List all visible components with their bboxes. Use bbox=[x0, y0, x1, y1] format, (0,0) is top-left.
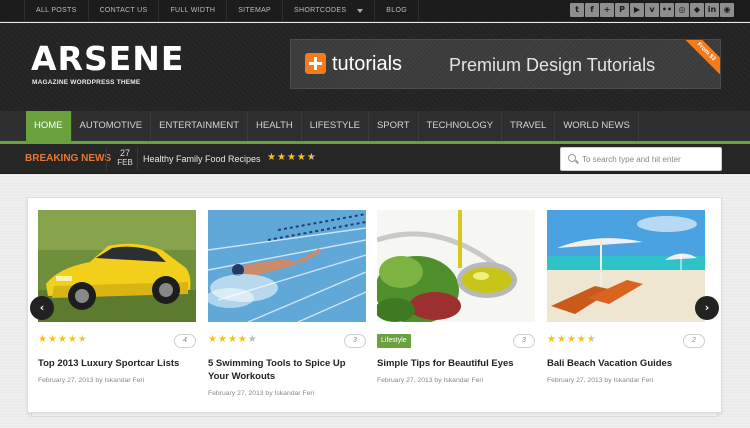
comment-count[interactable]: 3 bbox=[513, 334, 535, 348]
top-nav-blog[interactable]: BLOG bbox=[375, 0, 419, 22]
nav-travel[interactable]: TRAVEL bbox=[502, 111, 556, 141]
nav-entertainment[interactable]: ENTERTAINMENT bbox=[151, 111, 249, 141]
post-title[interactable]: Simple Tips for Beautiful Eyes bbox=[377, 357, 535, 370]
nav-technology[interactable]: TECHNOLOGY bbox=[419, 111, 503, 141]
facebook-icon[interactable]: f bbox=[585, 3, 599, 17]
star-icon: ★ bbox=[47, 334, 57, 345]
slider-next-button[interactable]: › bbox=[695, 296, 719, 320]
linkedin-icon[interactable]: in bbox=[705, 3, 719, 17]
site-logo[interactable]: ARSENE bbox=[31, 41, 184, 77]
delicious-icon[interactable]: ◆ bbox=[690, 3, 704, 17]
post-rating: ★ ★ ★ ★ ★ bbox=[208, 334, 257, 346]
banner-subtitle: Premium Design Tutorials bbox=[449, 55, 656, 75]
breaking-news-bar: BREAKING NEWS 27 FEB Healthy Family Food… bbox=[0, 144, 750, 174]
nav-automotive[interactable]: AUTOMOTIVE bbox=[72, 111, 152, 141]
category-badge[interactable]: Lifestyle bbox=[377, 334, 411, 348]
site-header: ARSENE MAGAZINE WORDPRESS THEME tutorial… bbox=[0, 23, 750, 111]
top-nav: ALL POSTS CONTACT US FULL WIDTH SITEMAP … bbox=[24, 0, 419, 22]
post-title[interactable]: Bali Beach Vacation Guides bbox=[547, 357, 705, 370]
vimeo-icon[interactable]: v bbox=[645, 3, 659, 17]
post-image-sportcar[interactable] bbox=[38, 210, 196, 322]
star-icon: ★ bbox=[566, 334, 576, 345]
post-title[interactable]: Top 2013 Luxury Sportcar Lists bbox=[38, 357, 196, 370]
post-image-eyes[interactable] bbox=[377, 210, 535, 322]
google-plus-icon[interactable]: + bbox=[600, 3, 614, 17]
youtube-icon[interactable]: ▶ bbox=[630, 3, 644, 17]
post-rating: ★ ★ ★ ★ ★ bbox=[38, 334, 87, 346]
search-input[interactable] bbox=[582, 152, 718, 166]
chevron-right-icon: › bbox=[704, 301, 710, 314]
breaking-date-day: 27 bbox=[119, 148, 130, 158]
post-card-eyes: Lifestyle 3 Simple Tips for Beautiful Ey… bbox=[377, 210, 535, 400]
search-box bbox=[560, 147, 722, 171]
ad-banner[interactable]: tutorials Premium Design Tutorials From … bbox=[290, 39, 721, 89]
banner-brand: tutorials bbox=[332, 53, 403, 75]
main-nav: HOME AUTOMOTIVE ENTERTAINMENT HEALTH LIF… bbox=[0, 111, 750, 141]
nav-health[interactable]: HEALTH bbox=[248, 111, 302, 141]
star-icon: ★ bbox=[67, 334, 77, 345]
nav-home[interactable]: HOME bbox=[26, 111, 72, 141]
star-half-icon: ★ bbox=[586, 334, 596, 345]
star-icon: ★ bbox=[227, 334, 237, 345]
banner-ribbon: From $3 bbox=[681, 40, 720, 77]
star-icon: ★ bbox=[576, 334, 586, 345]
dribbble-icon[interactable]: ◎ bbox=[675, 3, 689, 17]
post-image-swimming[interactable] bbox=[208, 210, 366, 322]
comment-count[interactable]: 3 bbox=[344, 334, 366, 348]
star-icon: ★ bbox=[286, 152, 296, 163]
star-half-icon: ★ bbox=[306, 152, 316, 163]
post-card-beach: ★ ★ ★ ★ ★ 2 Bali Beach Vacation Guides F… bbox=[547, 210, 705, 400]
post-card-sportcar: ★ ★ ★ ★ ★ 4 Top 2013 Luxury Sportcar Lis… bbox=[38, 210, 196, 400]
slider-prev-button[interactable]: ‹ bbox=[30, 296, 54, 320]
star-icon: ★ bbox=[276, 152, 286, 163]
post-rating: ★ ★ ★ ★ ★ bbox=[547, 334, 596, 346]
post-meta: February 27, 2013 by Iskandar Feri bbox=[38, 377, 145, 384]
post-title[interactable]: 5 Swimming Tools to Spice Up Your Workou… bbox=[208, 357, 366, 383]
divider bbox=[106, 148, 107, 170]
flickr-icon[interactable]: •• bbox=[660, 3, 674, 17]
nav-lifestyle[interactable]: LIFESTYLE bbox=[302, 111, 369, 141]
star-icon: ★ bbox=[217, 334, 227, 345]
rss-icon[interactable]: ◉ bbox=[720, 3, 734, 17]
star-icon: ★ bbox=[38, 334, 47, 345]
star-icon: ★ bbox=[237, 334, 247, 345]
star-icon: ★ bbox=[547, 334, 556, 345]
breaking-news-title[interactable]: Healthy Family Food Recipes bbox=[143, 153, 261, 165]
star-icon: ★ bbox=[208, 334, 217, 345]
top-nav-sitemap[interactable]: SITEMAP bbox=[227, 0, 284, 22]
top-nav-full-width[interactable]: FULL WIDTH bbox=[159, 0, 228, 22]
breaking-news-label: BREAKING NEWS bbox=[25, 153, 112, 164]
nav-sport[interactable]: SPORT bbox=[369, 111, 419, 141]
search-icon bbox=[568, 154, 576, 162]
site-tagline: MAGAZINE WORDPRESS THEME bbox=[32, 79, 141, 86]
chevron-left-icon: ‹ bbox=[39, 301, 45, 314]
comment-count[interactable]: 2 bbox=[683, 334, 705, 348]
divider bbox=[137, 148, 138, 170]
breaking-rating: ★ ★ ★ ★ ★ bbox=[267, 152, 316, 164]
post-card-swimming: ★ ★ ★ ★ ★ 3 5 Swimming Tools to Spice Up… bbox=[208, 210, 366, 400]
comment-count[interactable]: 4 bbox=[174, 334, 196, 348]
post-image-beach[interactable] bbox=[547, 210, 705, 322]
twitter-icon[interactable]: t bbox=[570, 3, 584, 17]
top-nav-shortcodes[interactable]: SHORTCODES bbox=[283, 0, 376, 22]
post-meta: February 27, 2013 by Iskandar Feri bbox=[377, 377, 484, 384]
nav-world-news[interactable]: WORLD NEWS bbox=[555, 111, 639, 141]
breaking-date-month: FEB bbox=[117, 158, 133, 167]
top-nav-all-posts[interactable]: ALL POSTS bbox=[24, 0, 89, 22]
social-icons: t f + P ▶ v •• ◎ ◆ in ◉ bbox=[570, 3, 734, 17]
plus-logo-icon bbox=[305, 53, 326, 74]
star-icon: ★ bbox=[57, 334, 67, 345]
top-nav-contact-us[interactable]: CONTACT US bbox=[89, 0, 160, 22]
post-meta: February 27, 2013 by Iskandar Feri bbox=[547, 377, 654, 384]
star-icon: ★ bbox=[556, 334, 566, 345]
star-half-icon: ★ bbox=[77, 334, 87, 345]
star-icon: ★ bbox=[296, 152, 306, 163]
chevron-down-icon bbox=[357, 9, 364, 13]
star-icon: ★ bbox=[267, 152, 276, 163]
star-empty-icon: ★ bbox=[247, 334, 257, 345]
post-meta: February 27, 2013 by Iskandar Feri bbox=[208, 390, 315, 397]
top-bar: ALL POSTS CONTACT US FULL WIDTH SITEMAP … bbox=[0, 0, 750, 22]
pinterest-icon[interactable]: P bbox=[615, 3, 629, 17]
